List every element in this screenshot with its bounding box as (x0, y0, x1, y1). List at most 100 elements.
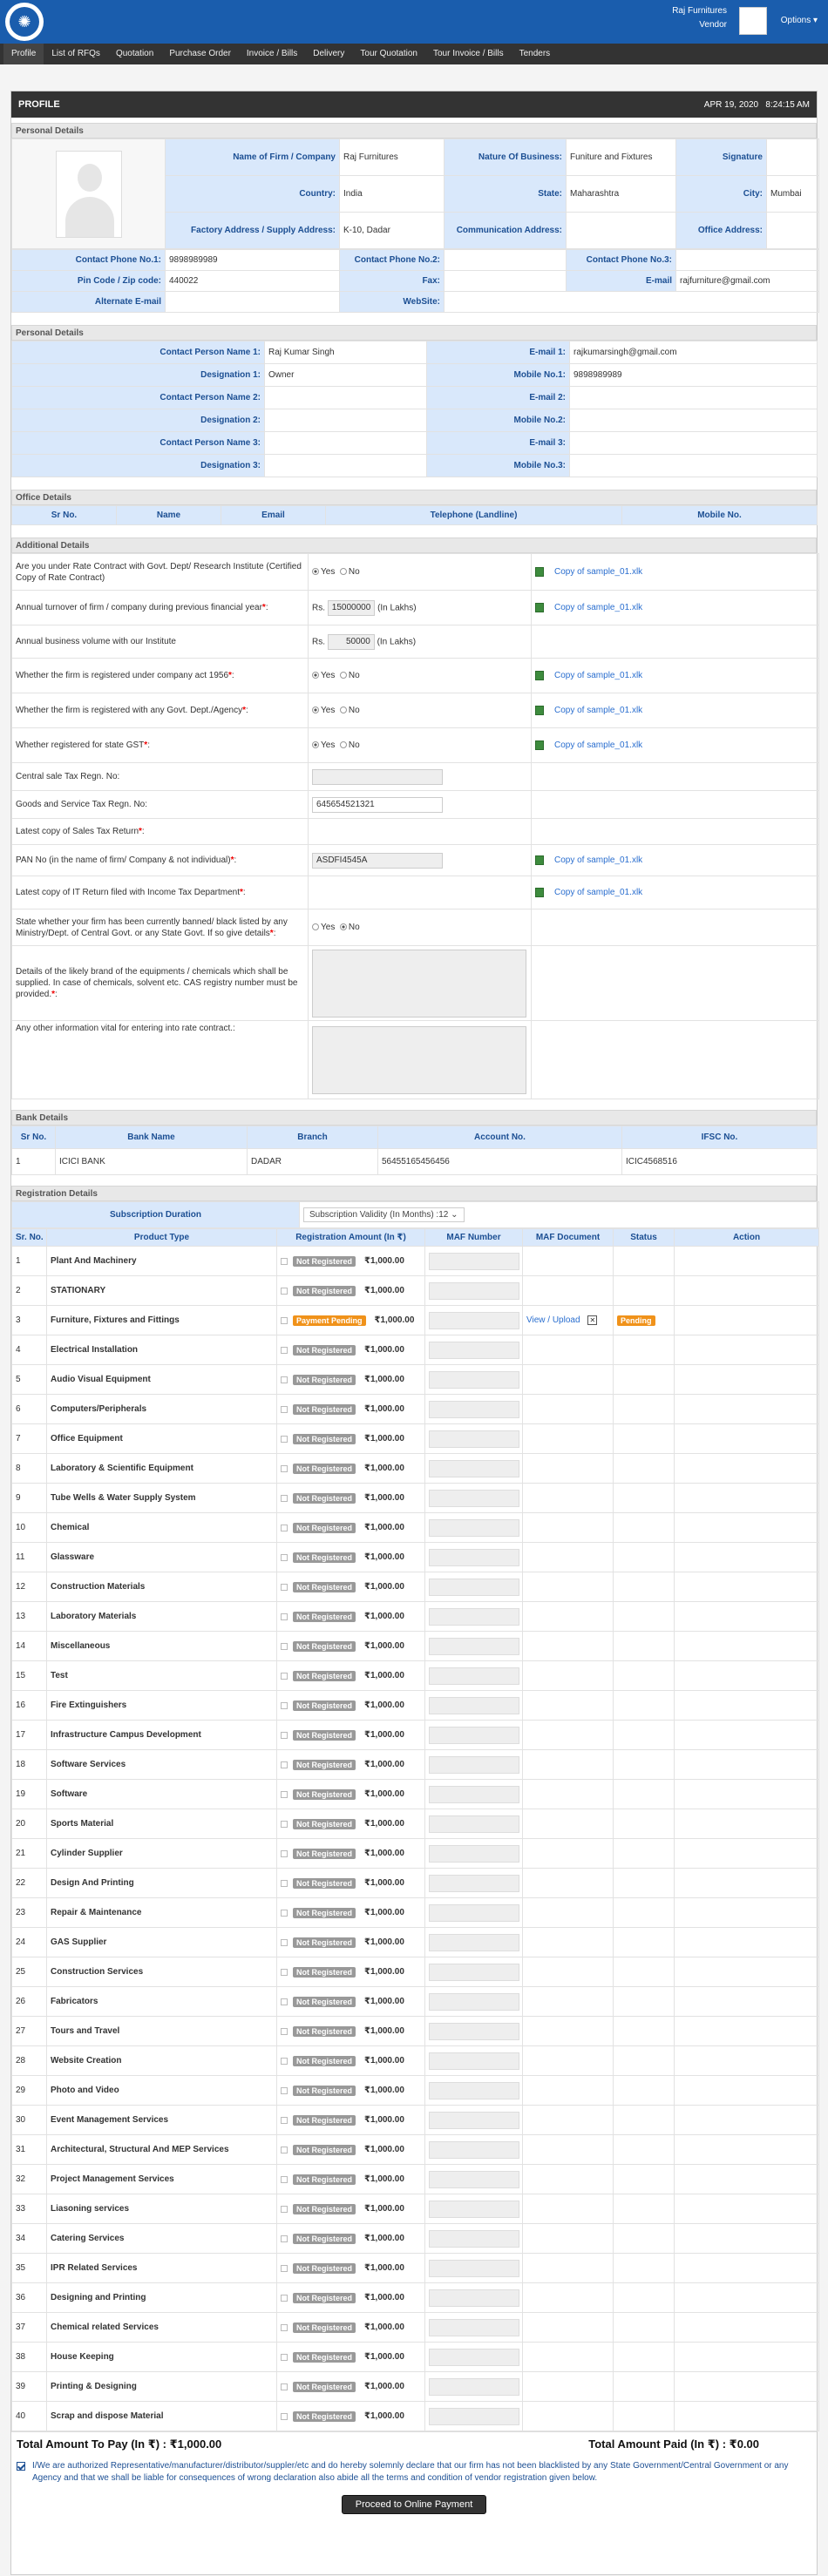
reg-select-checkbox[interactable] (281, 1316, 288, 1324)
reg-select-checkbox[interactable] (281, 1731, 288, 1739)
reg-select-checkbox[interactable] (281, 1376, 288, 1383)
profile-photo[interactable] (11, 139, 166, 249)
reg-select-checkbox[interactable] (281, 2383, 288, 2390)
reg-select-checkbox[interactable] (281, 1909, 288, 1917)
reg-select-checkbox[interactable] (281, 1968, 288, 1976)
reg-select-checkbox[interactable] (281, 2353, 288, 2361)
institute-logo[interactable]: ✺ (5, 3, 44, 41)
reg-maf-number[interactable] (424, 2134, 523, 2165)
nav-profile[interactable]: Profile (3, 44, 44, 64)
reg-select-checkbox[interactable] (281, 2146, 288, 2153)
reg-maf-number[interactable] (424, 1690, 523, 1721)
declaration-checkbox[interactable] (17, 2462, 25, 2471)
turnover-field[interactable]: Rs. 15000000 (In Lakhs) (308, 590, 532, 625)
it-return-file[interactable]: Copy of sample_01.xlk (531, 876, 819, 909)
reg-maf-number[interactable] (424, 1335, 523, 1365)
reg-maf-number[interactable] (424, 1779, 523, 1809)
reg-select-checkbox[interactable] (281, 2116, 288, 2124)
reg-maf-number[interactable] (424, 1897, 523, 1928)
reg-maf-number[interactable] (424, 1275, 523, 1306)
volume-field[interactable]: Rs. 50000 (In Lakhs) (308, 625, 532, 659)
reg-maf-number[interactable] (424, 1453, 523, 1484)
reg-maf-number[interactable] (424, 1927, 523, 1957)
company-act-file[interactable]: Copy of sample_01.xlk (531, 658, 819, 693)
nav-quotation[interactable]: Quotation (108, 44, 161, 64)
gst-no-field[interactable]: 645654521321 (308, 790, 532, 819)
reg-maf-number[interactable] (424, 1809, 523, 1839)
reg-maf-number[interactable] (424, 1838, 523, 1869)
reg-maf-number[interactable] (424, 2371, 523, 2402)
nav-tenders[interactable]: Tenders (512, 44, 559, 64)
rate-contract-radios[interactable]: Yes No (308, 553, 532, 591)
govt-dept-radios[interactable]: Yes No (308, 693, 532, 728)
reg-maf-number[interactable] (424, 1601, 523, 1632)
reg-select-checkbox[interactable] (281, 1820, 288, 1828)
user-avatar[interactable] (739, 7, 767, 35)
reg-maf-number[interactable] (424, 1631, 523, 1661)
options-menu[interactable]: Options ▾ (781, 16, 818, 25)
reg-maf-number[interactable] (424, 2223, 523, 2254)
reg-maf-number[interactable] (424, 1423, 523, 1454)
reg-maf-number[interactable] (424, 1394, 523, 1424)
nav-rfqs[interactable]: List of RFQs (44, 44, 108, 64)
reg-select-checkbox[interactable] (281, 1790, 288, 1798)
gst-radios[interactable]: Yes No (308, 727, 532, 763)
reg-maf-number[interactable] (424, 2105, 523, 2135)
reg-select-checkbox[interactable] (281, 1701, 288, 1709)
gst-file[interactable]: Copy of sample_01.xlk (531, 727, 819, 763)
reg-maf-number[interactable] (424, 2164, 523, 2194)
reg-maf-number[interactable] (424, 1364, 523, 1395)
reg-select-checkbox[interactable] (281, 2412, 288, 2420)
reg-maf-number[interactable] (424, 1305, 523, 1335)
reg-maf-number[interactable] (424, 1868, 523, 1898)
banned-radios[interactable]: Yes No (308, 909, 532, 946)
reg-select-checkbox[interactable] (281, 2264, 288, 2272)
reg-select-checkbox[interactable] (281, 2235, 288, 2242)
reg-maf-number[interactable] (424, 2312, 523, 2343)
reg-maf-number[interactable] (424, 1660, 523, 1691)
reg-select-checkbox[interactable] (281, 1849, 288, 1857)
reg-maf-number[interactable] (424, 2253, 523, 2283)
reg-maf-number[interactable] (424, 2401, 523, 2431)
close-icon[interactable]: ✕ (587, 1315, 598, 1325)
reg-select-checkbox[interactable] (281, 1761, 288, 1768)
reg-maf-number[interactable] (424, 2194, 523, 2224)
reg-select-checkbox[interactable] (281, 1405, 288, 1413)
pan-file[interactable]: Copy of sample_01.xlk (531, 844, 819, 876)
reg-select-checkbox[interactable] (281, 1553, 288, 1561)
reg-maf-number[interactable] (424, 1542, 523, 1572)
reg-maf-number[interactable] (424, 1246, 523, 1276)
reg-select-checkbox[interactable] (281, 1494, 288, 1502)
brands-textarea[interactable] (308, 945, 532, 1021)
reg-maf-number[interactable] (424, 2075, 523, 2106)
rate-contract-file[interactable]: Copy of sample_01.xlk (531, 553, 819, 591)
reg-select-checkbox[interactable] (281, 2175, 288, 2183)
reg-maf-number[interactable] (424, 1720, 523, 1750)
reg-select-checkbox[interactable] (281, 1642, 288, 1650)
reg-select-checkbox[interactable] (281, 1938, 288, 1946)
nav-invoice[interactable]: Invoice / Bills (239, 44, 305, 64)
reg-select-checkbox[interactable] (281, 1583, 288, 1591)
reg-select-checkbox[interactable] (281, 2294, 288, 2302)
reg-maf-number[interactable] (424, 2045, 523, 2076)
turnover-file[interactable]: Copy of sample_01.xlk (531, 590, 819, 625)
view-upload-link[interactable]: View / Upload (526, 1315, 580, 1325)
reg-select-checkbox[interactable] (281, 1613, 288, 1620)
reg-maf-number[interactable] (424, 1986, 523, 2017)
reg-select-checkbox[interactable] (281, 1346, 288, 1354)
reg-maf-number[interactable] (424, 2016, 523, 2046)
reg-maf-number[interactable] (424, 1512, 523, 1543)
reg-select-checkbox[interactable] (281, 1998, 288, 2005)
nav-purchase-order[interactable]: Purchase Order (161, 44, 239, 64)
reg-select-checkbox[interactable] (281, 1257, 288, 1265)
proceed-payment-button[interactable]: Proceed to Online Payment (342, 2495, 486, 2514)
reg-select-checkbox[interactable] (281, 2205, 288, 2213)
reg-select-checkbox[interactable] (281, 2086, 288, 2094)
reg-maf-number[interactable] (424, 2282, 523, 2313)
pan-field[interactable]: ASDFI4545A (308, 844, 532, 876)
company-act-radios[interactable]: Yes No (308, 658, 532, 693)
govt-dept-file[interactable]: Copy of sample_01.xlk (531, 693, 819, 728)
reg-maf-number[interactable] (424, 1749, 523, 1780)
reg-select-checkbox[interactable] (281, 2057, 288, 2065)
reg-select-checkbox[interactable] (281, 1879, 288, 1887)
